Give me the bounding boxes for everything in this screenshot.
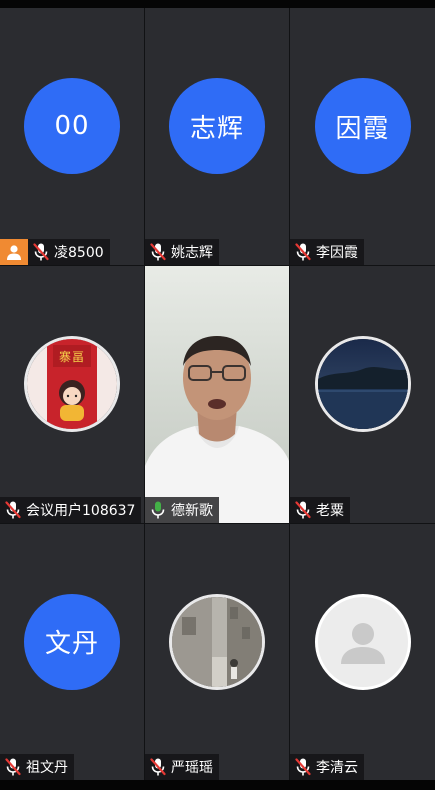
meeting-screen: 00 凌8500 志辉 姚志辉 因霞 李因霞 寨畐 会议用户108637 德新歌… [0, 0, 435, 790]
participant-name: 凌8500 [54, 245, 104, 261]
participant-tile[interactable]: 因霞 李因霞 [290, 8, 435, 265]
participant-label: 祖文丹 [0, 754, 74, 780]
participant-avatar: 文丹 [24, 593, 120, 690]
bottom-bar [0, 780, 435, 790]
participant-name: 严瑶瑶 [171, 760, 213, 776]
participant-namebar: 严瑶瑶 [145, 754, 219, 780]
participant-name: 姚志辉 [171, 245, 213, 261]
participant-tile[interactable]: 李清云 [290, 524, 435, 780]
participant-name: 德新歌 [171, 503, 213, 519]
participant-tile[interactable]: 老粟 [290, 266, 435, 523]
participant-tile[interactable]: 严瑶瑶 [145, 524, 289, 780]
avatar-initials: 因霞 [335, 113, 390, 144]
default-user-icon [340, 622, 385, 664]
mic-muted-icon [5, 501, 21, 519]
mic-muted-icon [150, 243, 166, 261]
mic-muted-icon [150, 758, 166, 776]
mic-muted-icon [295, 758, 311, 776]
lake-landscape-image [317, 339, 408, 430]
cartoon-girl-image: 寨畐 [27, 339, 117, 430]
participant-name: 李因霞 [316, 245, 358, 261]
participant-avatar: 00 [24, 78, 120, 175]
participant-tile[interactable]: 寨畐 会议用户108637 [0, 266, 144, 523]
avatar-initials: 文丹 [44, 629, 99, 660]
participant-name: 会议用户108637 [26, 503, 136, 519]
participant-label: 姚志辉 [145, 239, 219, 265]
participant-avatar: 因霞 [314, 78, 411, 175]
participant-tile-video[interactable]: 德新歌 [145, 266, 289, 523]
participant-name: 祖文丹 [26, 760, 68, 776]
street-photo-image [172, 596, 262, 687]
avatar-initials: 00 [54, 111, 90, 142]
svg-text:寨畐: 寨畐 [59, 349, 85, 364]
participant-name: 老粟 [316, 503, 344, 519]
participant-name: 李清云 [316, 760, 358, 776]
mic-muted-icon [5, 758, 21, 776]
mic-muted-icon [33, 243, 49, 261]
participant-avatar-photo: 寨畐 [24, 336, 120, 433]
participant-label: 德新歌 [145, 497, 219, 523]
participant-namebar: 会议用户108637 [0, 497, 142, 523]
participant-avatar-photo [169, 593, 265, 690]
host-badge [0, 239, 28, 265]
participant-label: 李因霞 [290, 239, 364, 265]
participant-namebar: 李清云 [290, 754, 364, 780]
mic-muted-icon [295, 501, 311, 519]
participant-namebar: 祖文丹 [0, 754, 74, 780]
participant-label: 会议用户108637 [0, 497, 142, 523]
host-person-icon [7, 245, 21, 260]
participant-grid: 00 凌8500 志辉 姚志辉 因霞 李因霞 寨畐 会议用户108637 德新歌… [0, 8, 435, 780]
participant-tile[interactable]: 志辉 姚志辉 [145, 8, 289, 265]
avatar-initials: 志辉 [189, 113, 244, 144]
participant-video-feed [145, 266, 289, 523]
participant-label: 严瑶瑶 [145, 754, 219, 780]
participant-namebar: 姚志辉 [145, 239, 219, 265]
mic-active-icon [151, 501, 165, 519]
participant-label: 老粟 [290, 497, 350, 523]
status-bar [0, 0, 435, 8]
participant-avatar: 志辉 [169, 78, 265, 175]
participant-label: 李清云 [290, 754, 364, 780]
participant-avatar-photo [314, 336, 411, 433]
participant-namebar: 凌8500 [0, 239, 110, 265]
participant-label: 凌8500 [28, 239, 110, 265]
participant-namebar: 李因霞 [290, 239, 364, 265]
participant-tile[interactable]: 00 凌8500 [0, 8, 144, 265]
participant-avatar-default [314, 593, 411, 690]
participant-namebar: 老粟 [290, 497, 350, 523]
participant-tile[interactable]: 文丹 祖文丹 [0, 524, 144, 780]
participant-namebar: 德新歌 [145, 497, 219, 523]
mic-muted-icon [295, 243, 311, 261]
